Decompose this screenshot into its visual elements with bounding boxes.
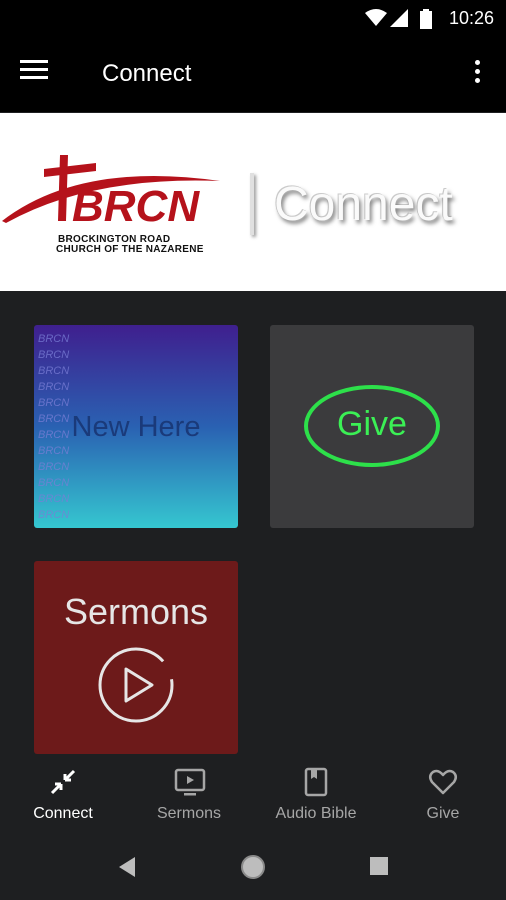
tv-play-icon — [174, 768, 206, 796]
play-circle-icon — [98, 647, 174, 723]
collapse-arrows-icon — [50, 769, 76, 795]
sermons-tile[interactable]: Sermons — [34, 561, 238, 754]
menu-button[interactable] — [20, 60, 50, 88]
heart-icon — [429, 769, 457, 795]
status-time: 10:26 — [448, 8, 494, 28]
more-vert-icon — [475, 60, 480, 65]
nav-item-give[interactable]: Give — [380, 755, 506, 835]
battery-icon — [420, 9, 432, 29]
signal-icon — [390, 9, 408, 27]
status-bar: 10:26 — [0, 0, 506, 36]
give-label: Give — [337, 405, 407, 443]
nav-label-give: Give — [426, 805, 460, 822]
page-title: Connect — [102, 60, 192, 87]
overflow-menu-button[interactable] — [470, 60, 484, 90]
org-name-line2: CHURCH OF THE NAZARENE — [56, 244, 204, 255]
new-here-label: New Here — [71, 411, 201, 443]
nav-label-connect: Connect — [33, 805, 93, 822]
banner-tagline: Connect — [274, 178, 453, 231]
bottom-nav: Connect Sermons Audio Bible Give — [0, 755, 506, 835]
banner-divider — [250, 173, 254, 235]
nav-label-sermons: Sermons — [156, 805, 222, 822]
wifi-icon — [365, 9, 387, 26]
recents-icon[interactable] — [370, 857, 388, 875]
give-tile[interactable]: Give — [270, 325, 474, 528]
hamburger-icon — [20, 60, 48, 63]
nav-label-audio-bible: Audio Bible — [275, 805, 357, 822]
home-icon[interactable] — [240, 854, 266, 880]
app-bar: Connect — [0, 36, 506, 112]
sermons-label: Sermons — [63, 591, 209, 632]
back-icon[interactable] — [117, 856, 137, 878]
system-nav-bar — [0, 835, 506, 900]
new-here-tile[interactable]: BRCN BRCN BRCN BRCN BRCN BRCN BRCN BRCN BRCN BRCN… — [34, 325, 238, 528]
nav-item-sermons[interactable]: Sermons — [126, 755, 252, 835]
church-banner: BRCN BROCKINGTON ROAD CHURCH OF THE NAZA… — [0, 113, 506, 291]
nav-item-audio-bible[interactable]: Audio Bible — [253, 755, 379, 835]
svg-text:BRCN: BRCN — [72, 182, 200, 231]
nav-item-connect[interactable]: Connect — [0, 755, 126, 835]
book-icon — [304, 767, 328, 797]
